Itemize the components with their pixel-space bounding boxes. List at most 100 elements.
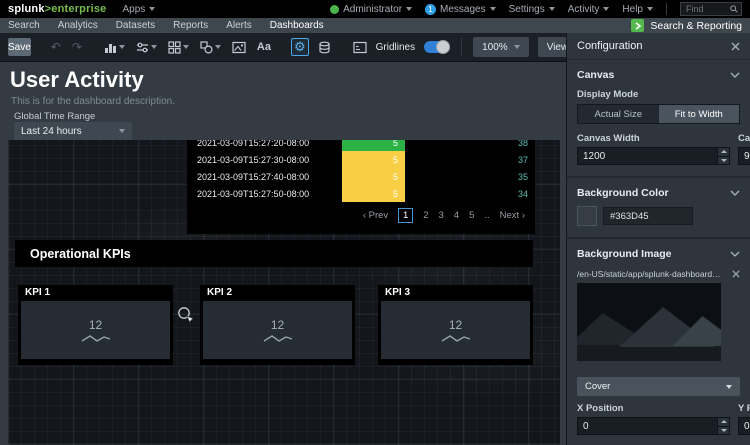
step-up-button[interactable] [718, 148, 729, 156]
undo-icon: ↶ [51, 38, 61, 56]
fit-to-width-option[interactable]: Fit to Width [659, 105, 740, 123]
splunk-logo[interactable]: splunk>enterprise [8, 3, 106, 15]
caret-down-icon [726, 385, 732, 389]
background-image-path[interactable]: /en-US/static/app/splunk-dashboard-s... [577, 269, 723, 279]
app-badge[interactable]: Search & Reporting [631, 19, 742, 32]
preview-panel-button[interactable] [351, 38, 369, 56]
find-input[interactable] [684, 3, 730, 15]
value-cell: 5 [342, 151, 405, 168]
nav-item-reports[interactable]: Reports [173, 20, 208, 31]
section-divider [567, 237, 750, 239]
splunk-dashboard-editor: splunk>enterprise Apps Administrator 1Me… [0, 0, 750, 445]
undo-button[interactable]: ↶ [49, 38, 63, 56]
color-swatch[interactable] [577, 206, 597, 226]
chevron-down-icon [730, 72, 740, 78]
nav-item-analytics[interactable]: Analytics [58, 20, 98, 31]
search-icon [730, 5, 738, 13]
time-cell: 2021-03-09T15:27:40-08:00 [187, 172, 309, 182]
top-bar: splunk>enterprise Apps Administrator 1Me… [0, 0, 750, 18]
text-icon: Aa [257, 41, 271, 53]
x-position-field[interactable] [578, 418, 717, 434]
page-button-4[interactable]: 4 [454, 210, 459, 221]
search-reporting-app-icon [631, 19, 644, 32]
image-size-mode-dropdown[interactable]: Cover [577, 377, 740, 396]
add-input-button[interactable] [134, 38, 159, 56]
canvas-width-input [577, 147, 730, 165]
add-chart-button[interactable] [102, 38, 127, 56]
time-range-dropdown[interactable]: Last 24 hours [14, 122, 132, 140]
configuration-title: Configuration [577, 40, 642, 52]
kpi-card-2[interactable]: KPI 2 12 [200, 285, 355, 365]
redo-button[interactable]: ↷ [70, 38, 84, 56]
kpi-card-body: 12 [21, 301, 170, 359]
database-icon [318, 41, 331, 54]
prev-page-button[interactable]: ‹ Prev [363, 210, 388, 221]
page-ellipsis: .. [484, 210, 489, 221]
stepper [717, 418, 729, 434]
clear-image-icon[interactable] [732, 270, 740, 278]
messages-menu[interactable]: 1Messages [425, 4, 496, 15]
data-sources-button[interactable] [316, 38, 333, 56]
configuration-button[interactable]: ⚙ [291, 38, 309, 56]
triangle-down-icon [721, 429, 727, 432]
page-button-1[interactable]: 1 [398, 208, 413, 223]
app-nav-bar: Search Analytics Datasets Reports Alerts… [0, 18, 750, 33]
canvas-section-header[interactable]: Canvas [577, 69, 740, 81]
close-icon[interactable] [731, 42, 740, 51]
background-image-section-header[interactable]: Background Image [577, 248, 740, 260]
step-up-button[interactable] [718, 418, 729, 426]
kpi-card-1[interactable]: KPI 1 12 [18, 285, 173, 365]
nav-item-alerts[interactable]: Alerts [226, 20, 252, 31]
canvas-width-label: Canvas Width [577, 133, 730, 144]
apps-menu[interactable]: Apps [122, 4, 155, 15]
table-row: 2021-03-09T15:27:20-08:00 5 38 [187, 140, 535, 151]
caret-down-icon [549, 7, 555, 11]
y-position-input [738, 417, 750, 435]
nav-item-datasets[interactable]: Datasets [116, 20, 155, 31]
page-button-5[interactable]: 5 [469, 210, 474, 221]
canvas-height-input [738, 147, 750, 165]
kpi-section-header[interactable]: Operational KPIs [15, 240, 533, 267]
add-image-button[interactable] [230, 38, 248, 56]
kpi-card-3[interactable]: KPI 3 12 [378, 285, 533, 365]
canvas-height-field[interactable] [739, 148, 750, 164]
time-cell: 2021-03-09T15:27:50-08:00 [187, 189, 309, 199]
activity-menu[interactable]: Activity [568, 4, 610, 15]
x-position-input [577, 417, 730, 435]
background-color-section-header[interactable]: Background Color [577, 187, 740, 199]
kpi-card-title: KPI 3 [378, 285, 533, 301]
caret-down-icon [149, 7, 155, 11]
dashboard-description[interactable]: This is for the dashboard description. [11, 96, 175, 107]
add-layout-button[interactable] [166, 38, 191, 56]
step-down-button[interactable] [718, 426, 729, 435]
canvas-width-field[interactable] [578, 148, 717, 164]
nav-item-search[interactable]: Search [8, 20, 40, 31]
dashboard-canvas[interactable]: 2021-03-09T15:27:20-08:00 5 38 2021-03-0… [8, 140, 560, 445]
y-position-field[interactable] [739, 418, 750, 434]
background-color-field[interactable] [604, 210, 692, 223]
gridlines-toggle[interactable] [424, 41, 450, 53]
nav-item-dashboards[interactable]: Dashboards [270, 20, 324, 31]
next-page-button[interactable]: Next › [500, 210, 525, 221]
settings-menu[interactable]: Settings [509, 4, 555, 15]
total-cell: 34 [518, 189, 528, 199]
divider [666, 3, 667, 15]
step-down-button[interactable] [718, 156, 729, 165]
divider [461, 38, 462, 56]
caret-down-icon [406, 7, 412, 11]
caret-down-icon [119, 129, 125, 133]
add-text-button[interactable]: Aa [255, 38, 273, 56]
actual-size-option[interactable]: Actual Size [578, 105, 659, 123]
save-button[interactable]: Save [8, 38, 31, 56]
page-button-2[interactable]: 2 [423, 210, 428, 221]
dashboard-title[interactable]: User Activity [10, 67, 144, 93]
page-button-3[interactable]: 3 [438, 210, 443, 221]
caret-down-icon [119, 45, 125, 49]
table-visualization[interactable]: 2021-03-09T15:27:20-08:00 5 38 2021-03-0… [187, 140, 535, 234]
find-search-box[interactable] [680, 2, 742, 16]
administrator-menu[interactable]: Administrator [330, 4, 412, 15]
zoom-dropdown[interactable]: 100% [473, 37, 529, 57]
add-shape-button[interactable] [198, 38, 223, 56]
table-row: 2021-03-09T15:27:30-08:00 5 37 [187, 151, 535, 168]
help-menu[interactable]: Help [622, 4, 653, 15]
